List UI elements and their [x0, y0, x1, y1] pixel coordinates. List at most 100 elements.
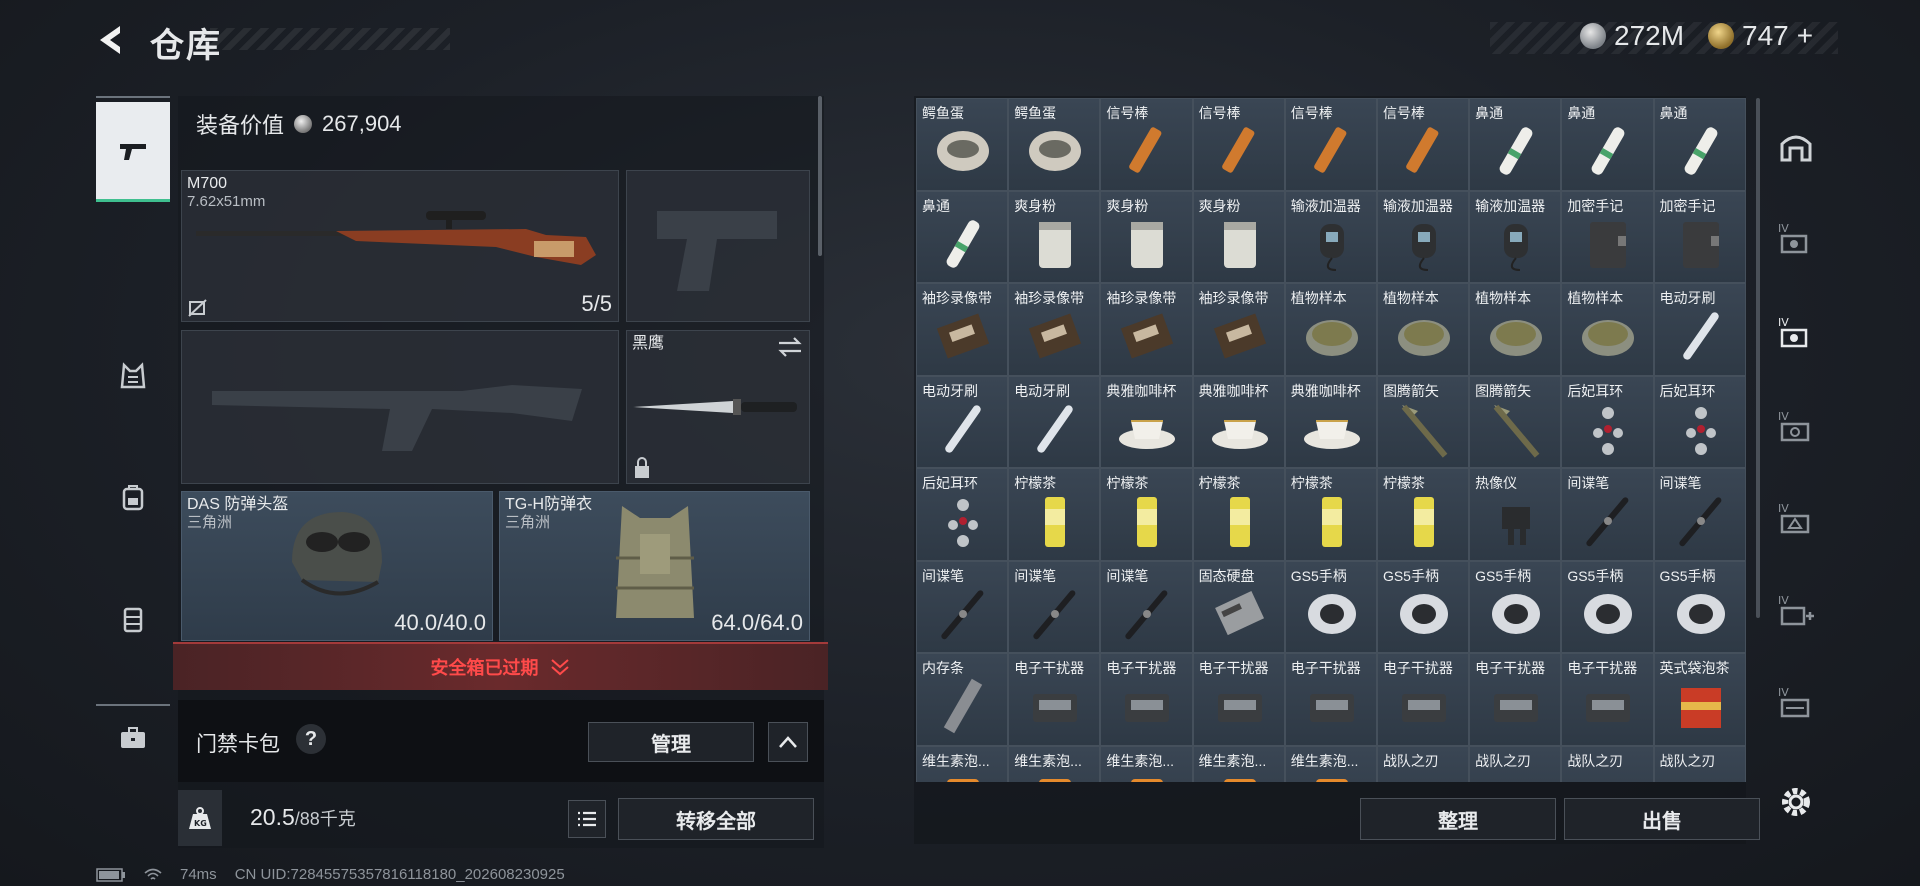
warehouse-item[interactable]: 电动牙刷	[916, 375, 1009, 468]
list-view-button[interactable]	[568, 800, 606, 838]
warehouse-item[interactable]: 输液加温器	[1284, 190, 1377, 283]
warehouse-item[interactable]: 爽身粉	[1192, 190, 1285, 283]
warehouse-item[interactable]: 维生素泡...	[1284, 745, 1377, 782]
warehouse-item[interactable]: 典雅咖啡杯	[1192, 375, 1285, 468]
warehouse-item[interactable]: 加密手记	[1653, 190, 1746, 283]
warehouse-item[interactable]: GS5手柄	[1469, 560, 1562, 653]
warehouse-item[interactable]: 袖珍录像带	[1192, 283, 1285, 376]
warehouse-item[interactable]: 信号棒	[1376, 98, 1470, 191]
warehouse-item[interactable]: 植物样本	[1469, 283, 1562, 376]
warehouse-item[interactable]: 植物样本	[1376, 283, 1470, 376]
warehouse-item[interactable]: 植物样本	[1561, 283, 1654, 376]
melee-slot[interactable]: 黑鹰	[626, 330, 810, 484]
warehouse-item[interactable]: 鼻通	[916, 190, 1009, 283]
help-button[interactable]: ?	[296, 724, 326, 754]
tab-vest[interactable]	[96, 326, 170, 426]
manage-button[interactable]: 管理	[588, 722, 754, 762]
warehouse-item[interactable]: 图腾箭矢	[1469, 375, 1562, 468]
secondary-weapon-slot[interactable]	[181, 330, 619, 484]
warehouse-item[interactable]: 间谍笔	[1561, 468, 1654, 561]
warehouse-item[interactable]: 鳄鱼蛋	[916, 98, 1009, 191]
warehouse-item[interactable]: 电子干扰器	[1008, 653, 1101, 746]
warehouse-item[interactable]: 袖珍录像带	[1100, 283, 1193, 376]
warehouse-item[interactable]: GS5手柄	[1653, 560, 1746, 653]
warehouse-item[interactable]: GS5手柄	[1284, 560, 1377, 653]
warehouse-item[interactable]: 信号棒	[1284, 98, 1377, 191]
warehouse-item[interactable]: 输液加温器	[1376, 190, 1470, 283]
warehouse-item[interactable]: 维生素泡...	[1100, 745, 1193, 782]
warehouse-item[interactable]: GS5手柄	[1561, 560, 1654, 653]
warehouse-item[interactable]: 电动牙刷	[1653, 283, 1746, 376]
transfer-all-button[interactable]: 转移全部	[618, 798, 814, 840]
storage-slot-1[interactable]: IV	[1768, 208, 1824, 268]
warehouse-item[interactable]: 间谍笔	[916, 560, 1009, 653]
warehouse-item[interactable]: 鼻通	[1469, 98, 1562, 191]
tab-weapon[interactable]	[96, 102, 170, 202]
warehouse-item[interactable]: 鳄鱼蛋	[1008, 98, 1101, 191]
swap-icon[interactable]	[777, 337, 803, 357]
warehouse-item[interactable]: 加密手记	[1561, 190, 1654, 283]
warehouse-item[interactable]: 袖珍录像带	[916, 283, 1009, 376]
warehouse-item[interactable]: 战队之刃	[1561, 745, 1654, 782]
warehouse-item[interactable]: 鼻通	[1561, 98, 1654, 191]
warehouse-item[interactable]: 间谍笔	[1653, 468, 1746, 561]
warehouse-item[interactable]: 柠檬茶	[1284, 468, 1377, 561]
warehouse-item[interactable]: GS5手柄	[1376, 560, 1470, 653]
warehouse-item[interactable]: 电子干扰器	[1469, 653, 1562, 746]
helmet-slot[interactable]: DAS 防弹头盔 三角洲 40.0/40.0	[181, 491, 493, 641]
warehouse-item[interactable]: 电子干扰器	[1100, 653, 1193, 746]
warehouse-item[interactable]: 后妃耳环	[1561, 375, 1654, 468]
tab-armor[interactable]	[96, 570, 170, 670]
warehouse-item[interactable]: 电子干扰器	[1284, 653, 1377, 746]
warehouse-item[interactable]: 鼻通	[1653, 98, 1746, 191]
expand-button[interactable]	[768, 722, 808, 762]
warehouse-item[interactable]: 典雅咖啡杯	[1284, 375, 1377, 468]
safe-box-expired-banner[interactable]: 安全箱已过期	[173, 642, 828, 690]
warehouse-item[interactable]: 电子干扰器	[1376, 653, 1470, 746]
warehouse-item[interactable]: 信号棒	[1100, 98, 1193, 191]
warehouse-item[interactable]: 爽身粉	[1008, 190, 1101, 283]
warehouse-item[interactable]: 输液加温器	[1469, 190, 1562, 283]
storage-slot-4[interactable]: IV	[1768, 488, 1824, 548]
warehouse-item[interactable]: 柠檬茶	[1008, 468, 1101, 561]
warehouse-item[interactable]: 热像仪	[1469, 468, 1562, 561]
back-arrow-icon[interactable]	[92, 20, 132, 60]
warehouse-item[interactable]: 信号棒	[1192, 98, 1285, 191]
warehouse-item[interactable]: 柠檬茶	[1100, 468, 1193, 561]
gold-currency[interactable]: 747 +	[1708, 20, 1813, 52]
storage-slot-5[interactable]: IV	[1768, 580, 1824, 640]
warehouse-item[interactable]: 英式袋泡茶	[1653, 653, 1746, 746]
warehouse-item[interactable]: 战队之刃	[1653, 745, 1746, 782]
warehouse-item[interactable]: 电子干扰器	[1192, 653, 1285, 746]
tab-backpack[interactable]	[96, 448, 170, 548]
warehouse-item[interactable]: 电子干扰器	[1561, 653, 1654, 746]
storage-slot-6[interactable]: IV	[1768, 672, 1824, 732]
warehouse-item[interactable]: 柠檬茶	[1376, 468, 1470, 561]
add-currency-button[interactable]: +	[1797, 20, 1813, 52]
warehouse-item[interactable]: 图腾箭矢	[1376, 375, 1470, 468]
warehouse-item[interactable]: 植物样本	[1284, 283, 1377, 376]
settings-button[interactable]	[1768, 772, 1824, 832]
warehouse-item[interactable]: 柠檬茶	[1192, 468, 1285, 561]
equipment-scrollbar[interactable]	[818, 96, 822, 256]
warehouse-item[interactable]: 维生素泡...	[916, 745, 1009, 782]
warehouse-item[interactable]: 维生素泡...	[1008, 745, 1101, 782]
warehouse-item[interactable]: 爽身粉	[1100, 190, 1193, 283]
warehouse-item[interactable]: 电动牙刷	[1008, 375, 1101, 468]
warehouse-item[interactable]: 内存条	[916, 653, 1009, 746]
primary-weapon-slot[interactable]: M700 7.62x51mm 5/5	[181, 170, 619, 322]
warehouse-item[interactable]: 典雅咖啡杯	[1100, 375, 1193, 468]
sell-button[interactable]: 出售	[1564, 798, 1760, 840]
warehouse-item[interactable]: 后妃耳环	[916, 468, 1009, 561]
storage-main[interactable]	[1768, 116, 1824, 176]
pistol-slot[interactable]	[626, 170, 810, 322]
tab-case[interactable]	[96, 688, 170, 788]
storage-slot-3[interactable]: IV	[1768, 396, 1824, 456]
warehouse-item[interactable]: 固态硬盘	[1192, 560, 1285, 653]
sort-button[interactable]: 整理	[1360, 798, 1556, 840]
storage-slot-2[interactable]: IV	[1768, 302, 1824, 362]
warehouse-item[interactable]: 战队之刃	[1376, 745, 1470, 782]
warehouse-item[interactable]: 维生素泡...	[1192, 745, 1285, 782]
warehouse-item[interactable]: 后妃耳环	[1653, 375, 1746, 468]
warehouse-scrollbar[interactable]	[1756, 98, 1760, 618]
